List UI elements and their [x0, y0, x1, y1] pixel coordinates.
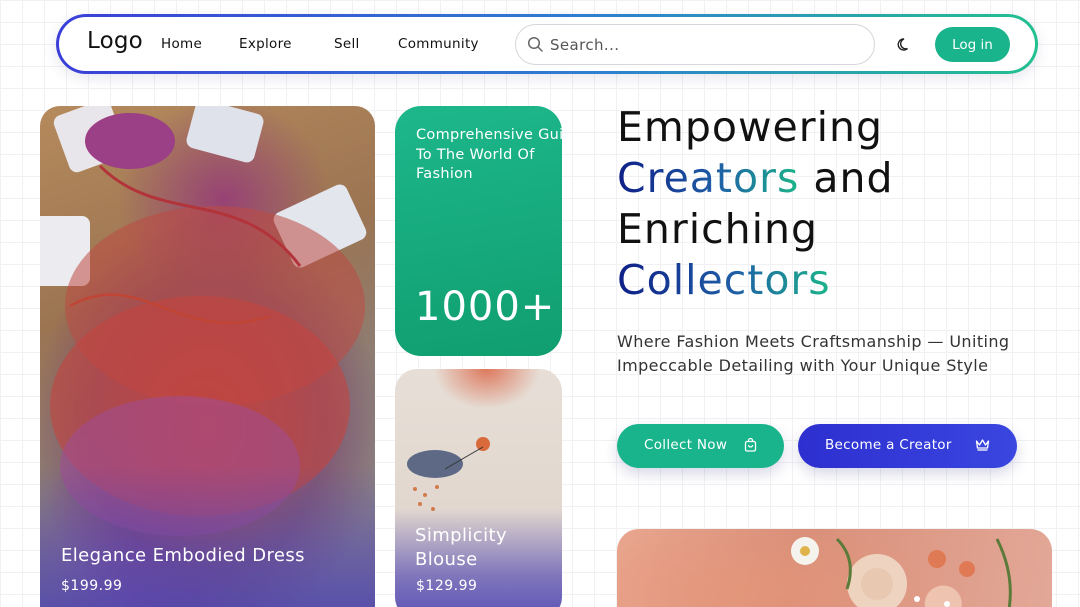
product-price: $129.99 [416, 578, 478, 594]
collect-now-button[interactable]: Collect Now [617, 424, 784, 468]
become-creator-label: Become a Creator [825, 437, 952, 453]
shopping-bag-icon [744, 437, 757, 456]
search-input[interactable] [550, 31, 860, 59]
become-creator-button[interactable]: Become a Creator [798, 424, 1017, 468]
hero-word-collectors: Collectors [617, 256, 831, 304]
hero-subtitle: Where Fashion Meets Craftsmanship — Unit… [617, 332, 1010, 375]
collect-now-label: Collect Now [644, 437, 728, 453]
search-box[interactable] [515, 24, 875, 65]
navbar-inner: Logo Home Explore Sell Community Log in [59, 17, 1035, 71]
search-icon [527, 36, 544, 57]
logo[interactable]: Logo [87, 28, 143, 54]
crown-icon [975, 438, 990, 455]
nav-link-home[interactable]: Home [161, 36, 202, 52]
nav-link-sell[interactable]: Sell [334, 36, 360, 52]
guide-title: Comprehensive Guide To The World Of Fash… [416, 127, 562, 182]
nav-link-explore[interactable]: Explore [239, 36, 292, 52]
nav-link-community[interactable]: Community [398, 36, 479, 52]
guide-card[interactable]: Comprehensive Guide To The World Of Fash… [395, 106, 562, 356]
product-card-floral-embroidery[interactable] [617, 529, 1052, 607]
product-title: Elegance Embodied Dress [61, 545, 305, 566]
hero-heading: Empowering Creators and Enriching Collec… [617, 102, 1057, 306]
login-button[interactable]: Log in [935, 27, 1010, 62]
product-card-elegance-dress[interactable]: Elegance Embodied Dress $199.99 [40, 106, 375, 607]
product-price: $199.99 [61, 578, 123, 594]
hero-word-creators: Creators [617, 154, 800, 202]
floral-image [791, 537, 1012, 607]
hero-line-enriching: Enriching [617, 205, 819, 253]
hero-line-empowering: Empowering [617, 103, 883, 151]
product-card-simplicity-blouse[interactable]: Simplicity Blouse $129.99 [395, 369, 562, 607]
guide-count: 1000+ [415, 284, 556, 330]
hero-word-and: and [813, 154, 894, 202]
product-title: Simplicity Blouse [415, 525, 507, 570]
navbar: Logo Home Explore Sell Community Log in [56, 14, 1038, 74]
moon-icon[interactable] [897, 37, 912, 56]
